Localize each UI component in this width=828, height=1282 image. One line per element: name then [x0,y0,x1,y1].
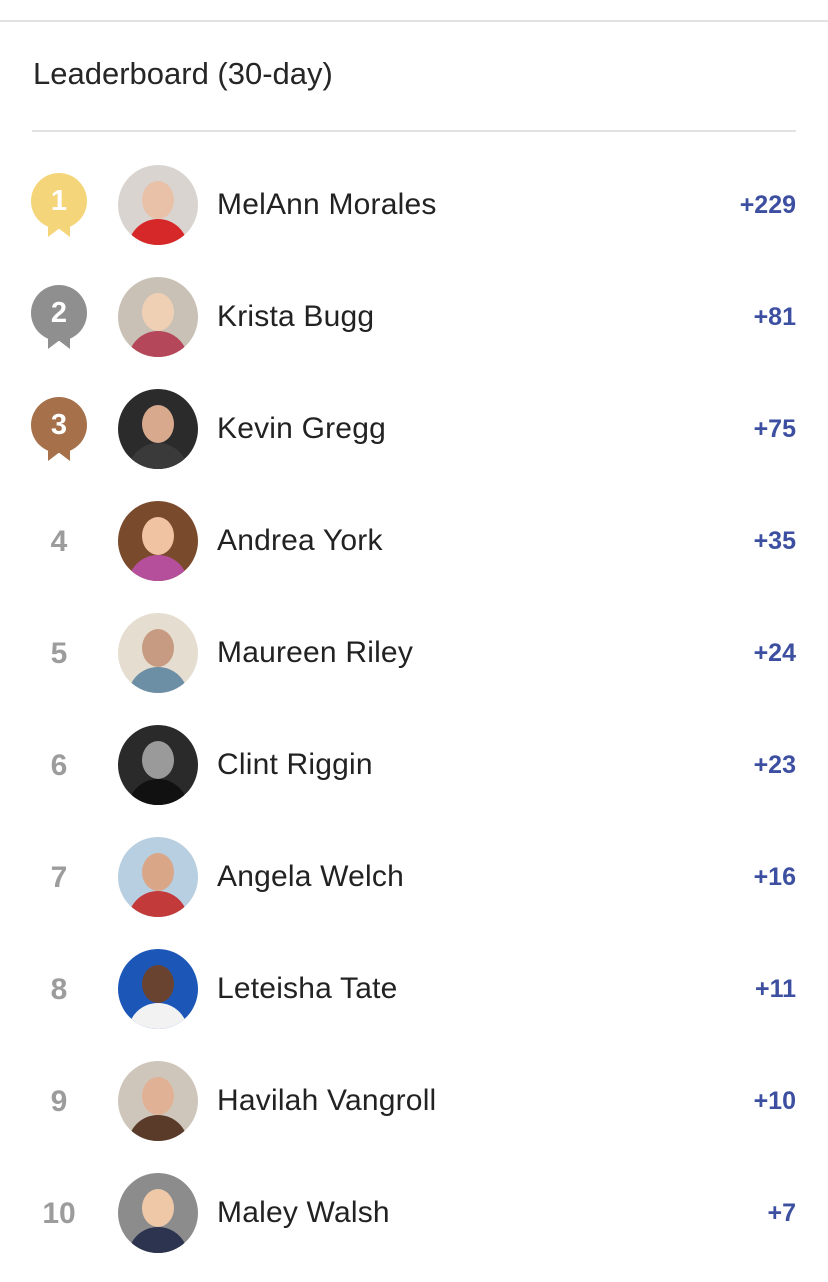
points-value: +75 [753,415,796,443]
silver-medal-icon: 2 [31,285,87,351]
leaderboard-row[interactable]: 2 Krista Bugg +81 [0,261,828,373]
avatar[interactable] [118,837,198,917]
avatar[interactable] [118,165,198,245]
member-name[interactable]: Clint Riggin [217,745,373,785]
title-divider [32,130,796,132]
leaderboard-row[interactable]: 5 Maureen Riley +24 [0,597,828,709]
points-value: +23 [753,751,796,779]
leaderboard-row[interactable]: 3 Kevin Gregg +75 [0,373,828,485]
member-name[interactable]: Kevin Gregg [217,409,386,449]
leaderboard-row[interactable]: 10 Maley Walsh +7 [0,1157,828,1269]
leaderboard-row[interactable]: 4 Andrea York +35 [0,485,828,597]
rank-number: 1 [31,173,87,229]
member-name[interactable]: Maureen Riley [217,633,413,673]
points-value: +229 [739,191,796,219]
avatar[interactable] [118,501,198,581]
points-value: +16 [753,863,796,891]
member-name[interactable]: Maley Walsh [217,1193,390,1233]
rank-number: 4 [50,525,68,558]
rank-indicator: 3 [30,397,88,461]
points-value: +81 [753,303,796,331]
rank-indicator: 8 [30,961,88,1019]
rank-indicator: 6 [30,737,88,795]
points-value: +10 [753,1087,796,1115]
avatar[interactable] [118,949,198,1029]
avatar[interactable] [118,277,198,357]
rank-indicator: 4 [30,513,88,571]
leaderboard-row[interactable]: 9 Havilah Vangroll +10 [0,1045,828,1157]
leaderboard-list: 1 MelAnn Morales +229 2 Krista Bugg +81 3 Kevin… [0,149,828,1269]
member-name[interactable]: Havilah Vangroll [217,1081,436,1121]
top-divider [0,20,828,22]
avatar[interactable] [118,1173,198,1253]
leaderboard-row[interactable]: 7 Angela Welch +16 [0,821,828,933]
member-name[interactable]: Angela Welch [217,857,404,897]
rank-number: 2 [31,285,87,341]
avatar[interactable] [118,613,198,693]
member-name[interactable]: Andrea York [217,521,383,561]
points-value: +7 [767,1199,796,1227]
points-value: +11 [754,975,796,1003]
rank-indicator: 9 [30,1073,88,1131]
avatar[interactable] [118,725,198,805]
rank-indicator: 10 [30,1185,88,1243]
bronze-medal-icon: 3 [31,397,87,463]
leaderboard-row[interactable]: 1 MelAnn Morales +229 [0,149,828,261]
member-name[interactable]: MelAnn Morales [217,185,437,225]
rank-indicator: 1 [30,173,88,237]
rank-number: 9 [50,1085,68,1118]
avatar[interactable] [118,389,198,469]
rank-indicator: 5 [30,625,88,683]
leaderboard-row[interactable]: 8 Leteisha Tate +11 [0,933,828,1045]
points-value: +24 [753,639,796,667]
rank-indicator: 7 [30,849,88,907]
rank-number: 10 [42,1197,76,1230]
avatar[interactable] [118,1061,198,1141]
member-name[interactable]: Leteisha Tate [217,969,398,1009]
rank-number: 8 [50,973,68,1006]
rank-number: 3 [31,397,87,453]
member-name[interactable]: Krista Bugg [217,297,374,337]
rank-number: 7 [50,861,68,894]
points-value: +35 [753,527,796,555]
gold-medal-icon: 1 [31,173,87,239]
rank-number: 5 [50,637,68,670]
page-title: Leaderboard (30-day) [33,56,333,91]
rank-indicator: 2 [30,285,88,349]
rank-number: 6 [50,749,68,782]
leaderboard-row[interactable]: 6 Clint Riggin +23 [0,709,828,821]
